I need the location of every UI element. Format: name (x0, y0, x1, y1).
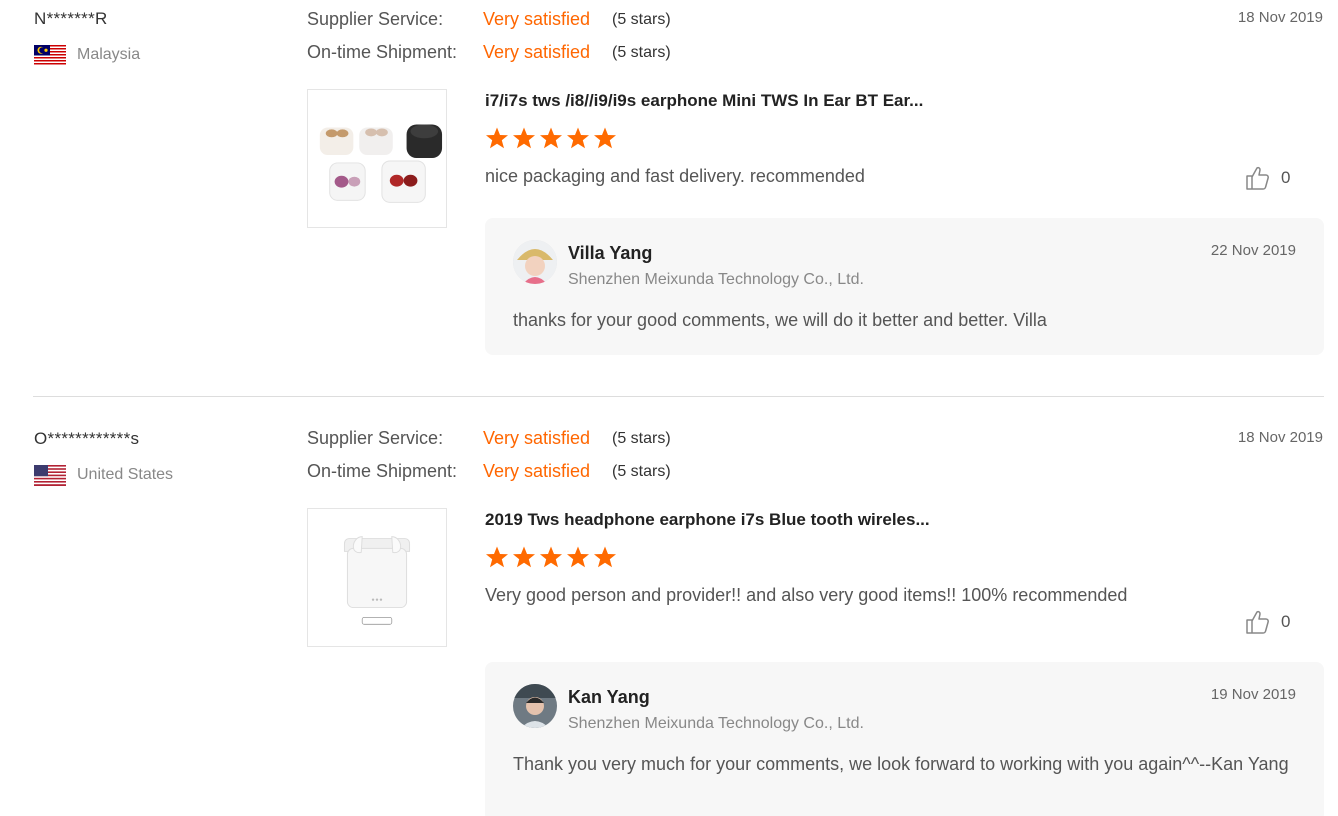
review-date: 18 Nov 2019 (1237, 429, 1323, 446)
supplier-reply: Kan Yang Shenzhen Meixunda Technology Co… (485, 662, 1324, 816)
like-button[interactable]: 0 (1245, 165, 1290, 191)
product-rating-stars (485, 126, 617, 150)
supplier-service-stars: (5 stars) (612, 11, 671, 28)
reply-text: thanks for your good comments, we will d… (513, 310, 1047, 330)
product-rating-stars (485, 545, 617, 569)
thumbs-up-icon (1246, 166, 1269, 190)
supplier-service-label: Supplier Service: (307, 9, 444, 29)
review-comment: Very good person and provider!! and also… (485, 585, 1128, 605)
shipment-stars: (5 stars) (612, 463, 671, 480)
shipment-value: Very satisfied (483, 42, 591, 62)
avatar (513, 240, 557, 284)
star-icon (540, 546, 562, 568)
supplier-reply: Villa Yang Shenzhen Meixunda Technology … (485, 218, 1324, 355)
supplier-service-stars: (5 stars) (612, 430, 671, 447)
malaysia-flag-icon (34, 45, 66, 66)
star-icon (567, 546, 589, 568)
product-thumbnail[interactable] (307, 89, 447, 228)
product-title-link[interactable]: i7/i7s tws /i8//i9/i9s earphone Mini TWS… (485, 91, 923, 111)
reply-date: 22 Nov 2019 (1210, 242, 1296, 259)
buyer-country: Malaysia (77, 46, 141, 63)
star-icon (486, 546, 508, 568)
reply-author-name: Kan Yang (568, 687, 650, 707)
like-count: 0 (1281, 612, 1291, 631)
star-icon (594, 546, 616, 568)
earphones-product-image (308, 90, 446, 227)
usa-flag-icon (34, 465, 66, 486)
buyer-name: O************s (34, 429, 140, 448)
review-date: 18 Nov 2019 (1237, 9, 1323, 26)
earphone-case-product-image (308, 509, 446, 646)
buyer-name: N*******R (34, 9, 108, 28)
supplier-service-value: Very satisfied (483, 9, 591, 29)
review-divider (33, 396, 1324, 397)
like-count: 0 (1281, 168, 1291, 187)
buyer-country: United States (77, 466, 174, 483)
review-comment: nice packaging and fast delivery. recomm… (485, 166, 865, 186)
star-icon (594, 127, 616, 149)
review-item: N*******R Malaysia Supplier Service: Ver… (0, 0, 1338, 398)
star-icon (540, 127, 562, 149)
reply-text: Thank you very much for your comments, w… (513, 754, 1289, 774)
shipment-stars: (5 stars) (612, 44, 671, 61)
shipment-label: On-time Shipment: (307, 461, 458, 481)
star-icon (567, 127, 589, 149)
shipment-label: On-time Shipment: (307, 42, 458, 62)
product-title-link[interactable]: 2019 Tws headphone earphone i7s Blue too… (485, 510, 930, 530)
star-icon (513, 127, 535, 149)
like-button[interactable]: 0 (1245, 609, 1290, 635)
reply-company: Shenzhen Meixunda Technology Co., Ltd. (568, 271, 864, 288)
supplier-service-label: Supplier Service: (307, 428, 444, 448)
reply-date: 19 Nov 2019 (1210, 686, 1296, 703)
reply-author-name: Villa Yang (568, 243, 653, 263)
product-thumbnail[interactable] (307, 508, 447, 647)
star-icon (513, 546, 535, 568)
star-icon (486, 127, 508, 149)
supplier-service-value: Very satisfied (483, 428, 591, 448)
shipment-value: Very satisfied (483, 461, 591, 481)
reply-company: Shenzhen Meixunda Technology Co., Ltd. (568, 715, 864, 732)
review-item: O************s United States Supplier Se… (0, 420, 1338, 816)
avatar (513, 684, 557, 728)
thumbs-up-icon (1246, 610, 1269, 634)
